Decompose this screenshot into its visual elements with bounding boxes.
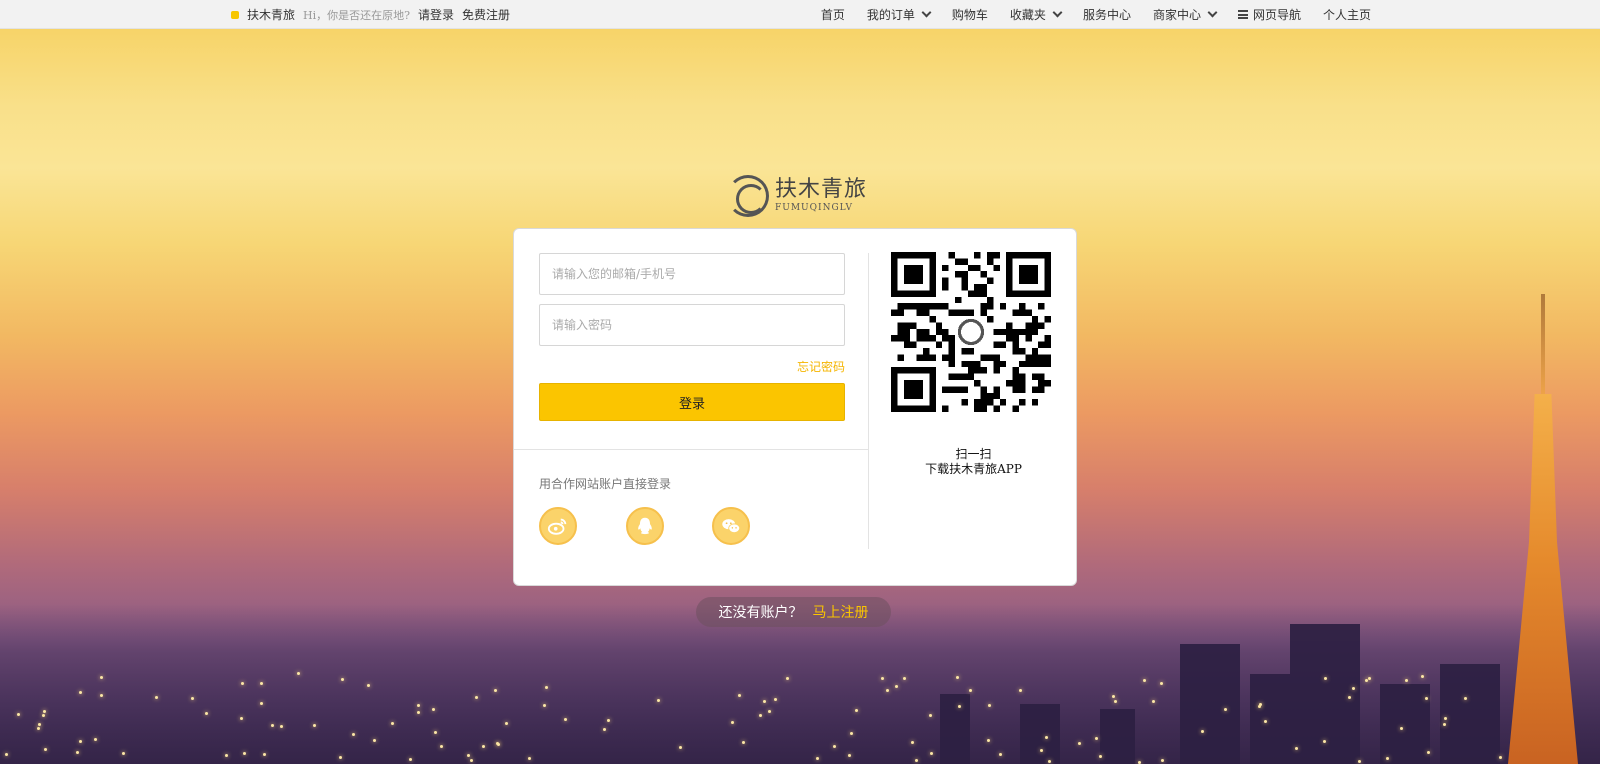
- nav-home[interactable]: 首页: [821, 6, 845, 23]
- register-prompt-text: 还没有账户？: [718, 605, 803, 621]
- weibo-icon: [547, 518, 567, 535]
- chevron-down-icon: [1052, 7, 1063, 18]
- wechat-icon: [722, 519, 741, 534]
- qq-login-button[interactable]: [626, 507, 664, 545]
- nav-favorites-label: 收藏夹: [1009, 8, 1046, 22]
- home-icon: [231, 10, 239, 19]
- qq-icon: [638, 517, 652, 535]
- weibo-login-button[interactable]: [539, 507, 577, 545]
- download-app-text: 下载扶木青旅APP: [925, 462, 1022, 476]
- nav-site-nav[interactable]: 网页导航: [1237, 6, 1301, 23]
- topbar-brand: 扶木青旅: [247, 8, 296, 22]
- nav-merchant[interactable]: 商家中心: [1152, 6, 1218, 23]
- register-link[interactable]: 免费注册: [462, 6, 510, 23]
- login-button[interactable]: 登录: [539, 383, 845, 421]
- app-download-panel: 扫一扫 下载扶木青旅APP: [869, 229, 1078, 587]
- register-prompt: 还没有账户？ 马上注册: [696, 597, 891, 627]
- logo-ring-icon: [727, 175, 769, 217]
- username-input[interactable]: [539, 253, 845, 295]
- password-input[interactable]: [539, 304, 845, 346]
- greeting-text: Hi，你是否还在原地?: [303, 8, 411, 22]
- wechat-login-button[interactable]: [712, 507, 750, 545]
- login-card: 忘记密码 登录 用合作网站账户直接登录: [513, 228, 1077, 586]
- nav-cart[interactable]: 购物车: [952, 6, 988, 23]
- nav-home-label: 首页: [820, 8, 845, 22]
- partner-login-label: 用合作网站账户直接登录: [539, 477, 672, 491]
- nav-merchant-label: 商家中心: [1152, 8, 1201, 22]
- register-now-link[interactable]: 马上注册: [813, 602, 869, 622]
- chevron-down-icon: [921, 7, 932, 18]
- city-skyline-background: [0, 604, 1600, 764]
- top-bar: 扶木青旅 Hi，你是否还在原地? 请登录 免费注册 首页 我的订单 购物车 收藏…: [0, 0, 1600, 29]
- nav-profile-label: 个人主页: [1322, 8, 1371, 22]
- forgot-password-link[interactable]: 忘记密码: [797, 358, 845, 375]
- nav-cart-label: 购物车: [951, 8, 988, 22]
- nav-favorites[interactable]: 收藏夹: [1009, 6, 1063, 23]
- nav-profile[interactable]: 个人主页: [1323, 6, 1371, 23]
- chevron-down-icon: [1207, 7, 1218, 18]
- divider: [514, 449, 868, 450]
- logo-subtitle: FUMUQINGLV: [775, 203, 854, 213]
- nav-site-nav-label: 网页导航: [1252, 8, 1301, 22]
- logo-title: 扶木青旅: [775, 177, 868, 202]
- eiffel-tower-image: [1508, 294, 1578, 764]
- nav-orders-label: 我的订单: [866, 8, 915, 22]
- qr-code-image: [891, 252, 1051, 412]
- login-link[interactable]: 请登录: [418, 6, 454, 23]
- site-logo: 扶木青旅 FUMUQINGLV: [727, 175, 867, 217]
- scan-text: 扫一扫: [955, 447, 992, 461]
- nav-orders[interactable]: 我的订单: [866, 6, 932, 23]
- nav-service-label: 服务中心: [1082, 8, 1131, 22]
- login-form: 忘记密码 登录 用合作网站账户直接登录: [514, 229, 868, 587]
- menu-icon: [1237, 10, 1248, 19]
- nav-service[interactable]: 服务中心: [1083, 6, 1131, 23]
